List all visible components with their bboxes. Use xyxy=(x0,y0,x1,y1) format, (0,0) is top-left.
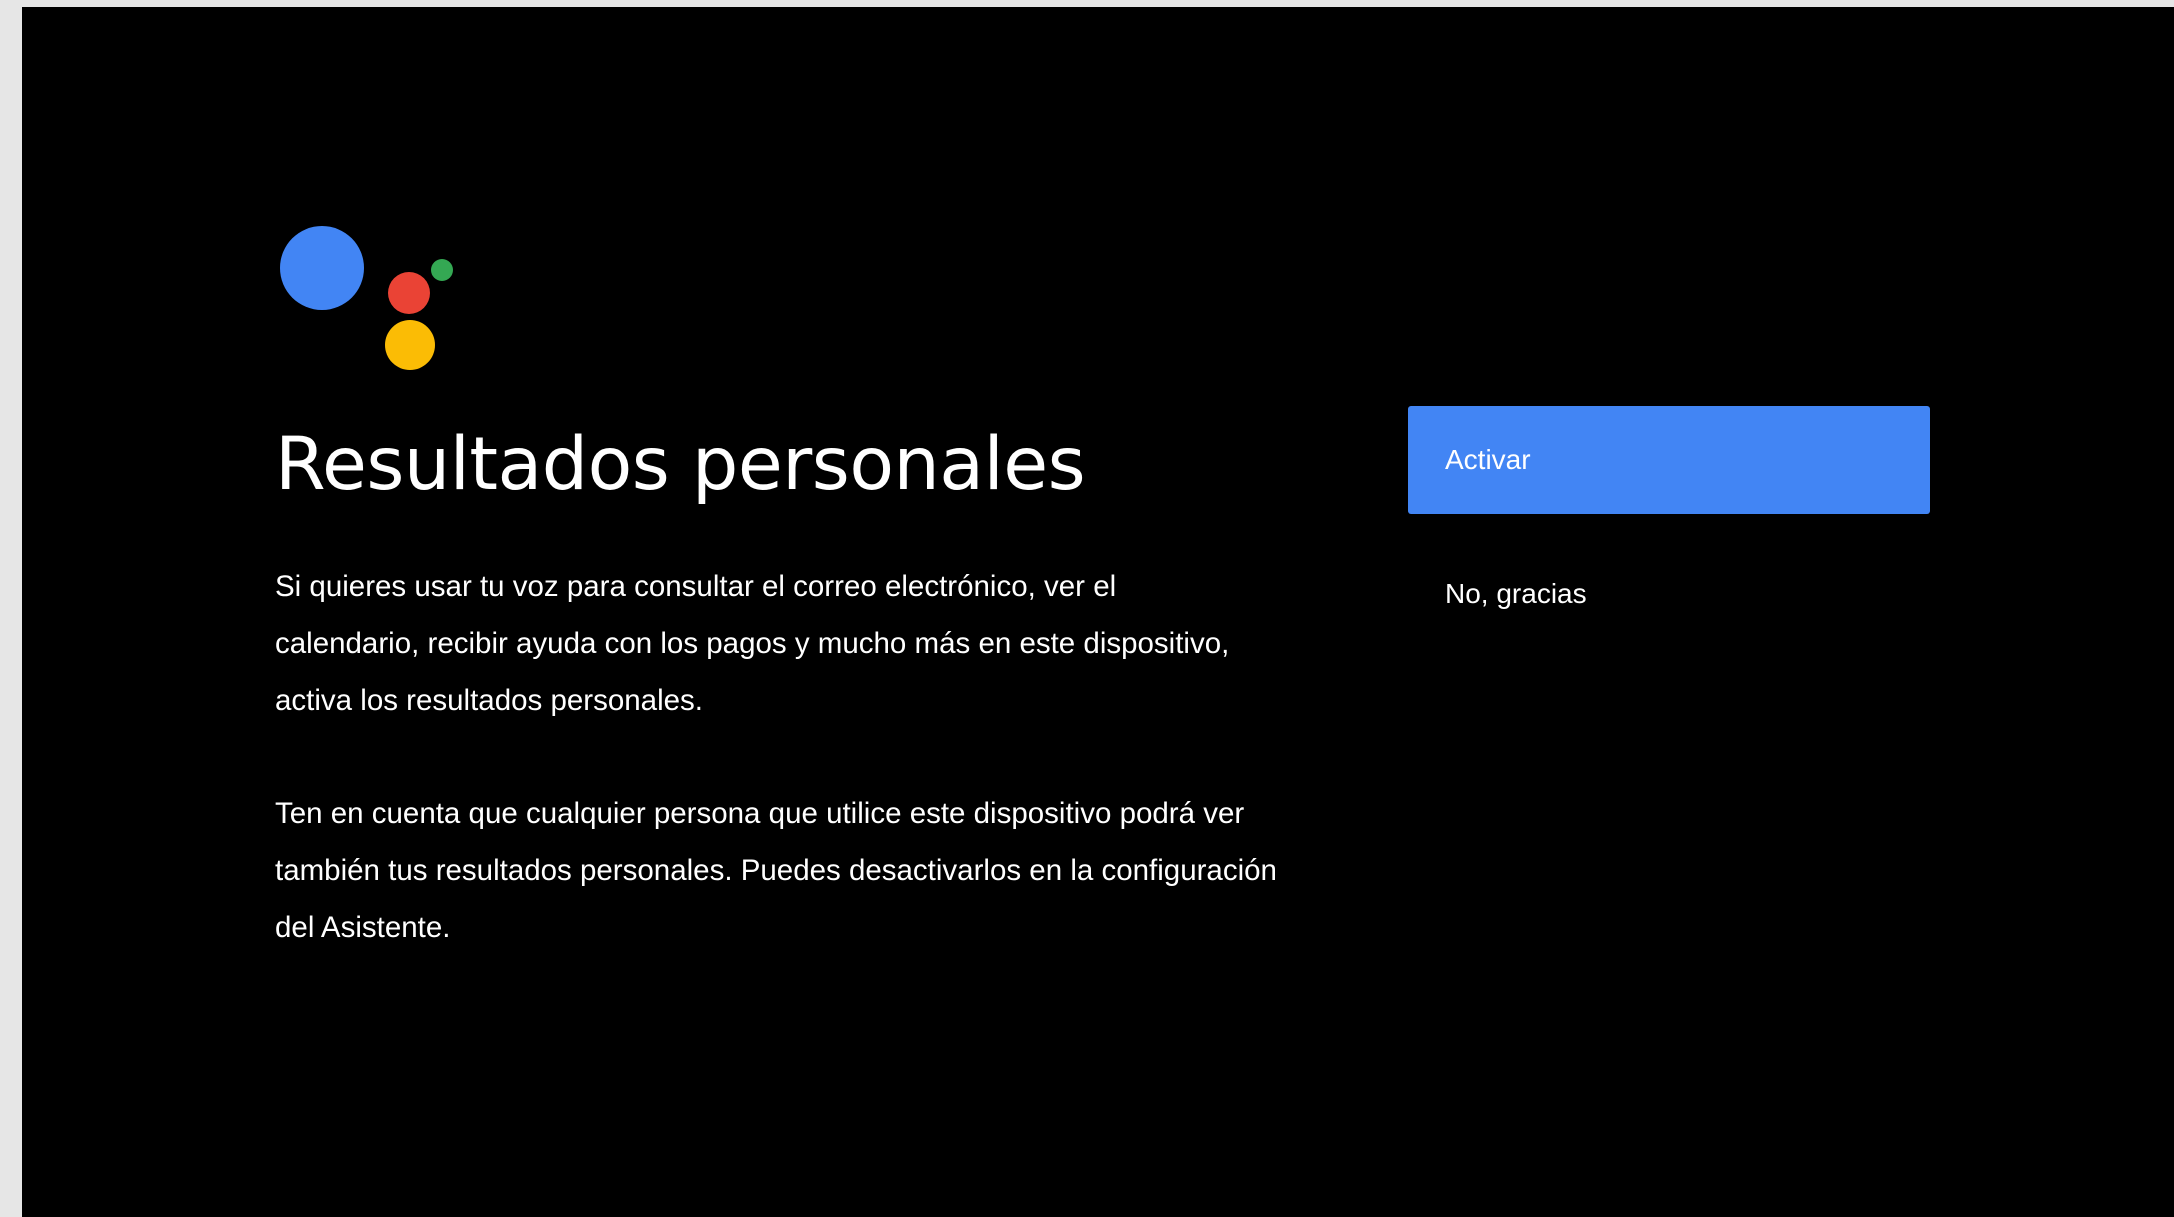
decline-button[interactable]: No, gracias xyxy=(1408,544,1930,644)
description-paragraph-2: Ten en cuenta que cualquier persona que … xyxy=(275,797,1277,944)
assistant-yellow-dot xyxy=(385,320,435,370)
tv-screen: Resultados personales Si quieres usar tu… xyxy=(22,7,2174,1217)
assistant-blue-dot xyxy=(280,226,364,310)
activate-button[interactable]: Activar xyxy=(1408,406,1930,514)
page-title: Resultados personales xyxy=(275,422,1086,507)
description-paragraph-1: Si quieres usar tu voz para consultar el… xyxy=(275,570,1230,717)
assistant-red-dot xyxy=(388,272,430,314)
assistant-green-dot xyxy=(431,259,453,281)
